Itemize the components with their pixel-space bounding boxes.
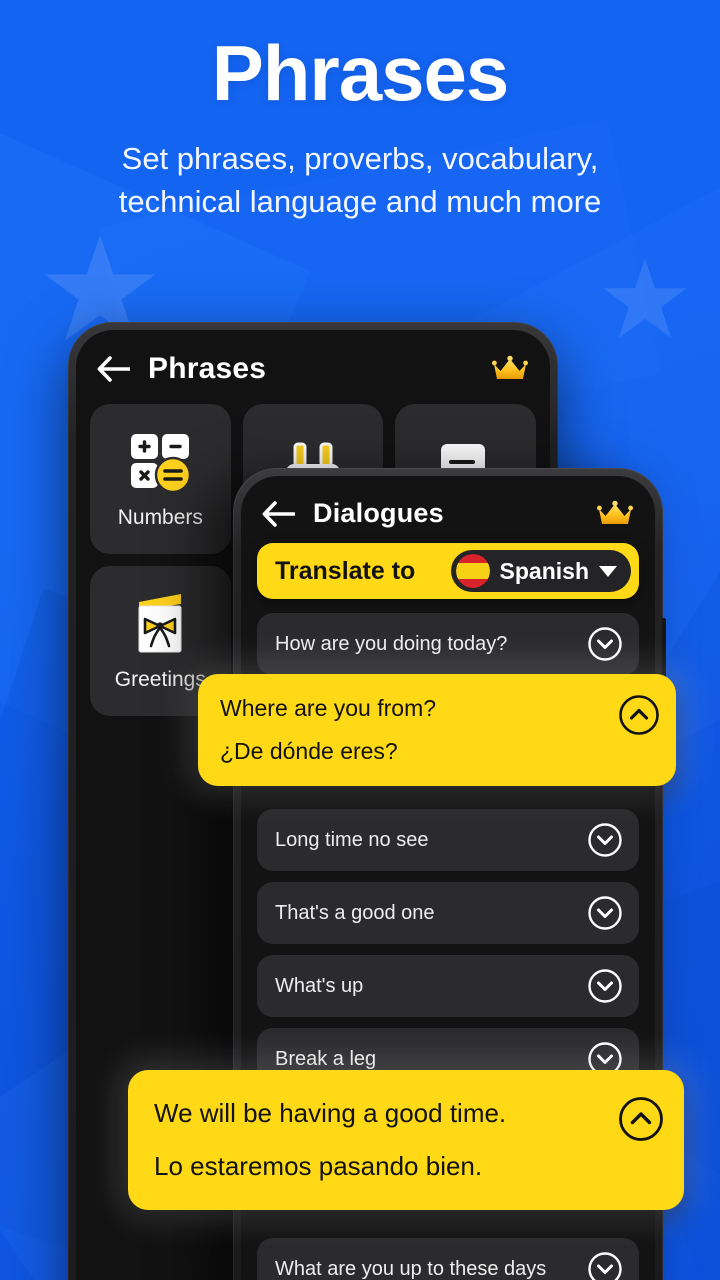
list-item[interactable]: What's up <box>257 955 639 1017</box>
hero-block: Phrases Set phrases, proverbs, vocabular… <box>0 34 720 224</box>
calculator-icon <box>131 434 192 494</box>
dialogue-text: That's a good one <box>275 901 435 924</box>
translate-to-label: Translate to <box>275 556 416 585</box>
expanded-card-text-block: We will be having a good time. Lo estare… <box>154 1070 506 1210</box>
chevron-up-circle-icon[interactable] <box>618 694 660 736</box>
dialogue-text: Long time no see <box>275 828 429 851</box>
screenshot-stage: Phrases Set phrases, proverbs, vocabular… <box>0 0 720 1280</box>
phrases-appbar: Phrases <box>76 330 550 396</box>
dialogue-source-text: Where are you from? <box>220 695 437 721</box>
chevron-down-circle-icon[interactable] <box>587 895 623 931</box>
language-name: Spanish <box>499 557 589 584</box>
phrases-title: Phrases <box>148 352 267 385</box>
crown-icon[interactable] <box>597 500 633 528</box>
dialogues-appbar: Dialogues <box>241 476 655 539</box>
tile-numbers[interactable]: Numbers <box>90 404 231 554</box>
chevron-down-circle-icon[interactable] <box>587 822 623 858</box>
chevron-down-circle-icon[interactable] <box>587 968 623 1004</box>
expanded-card-text-block: Where are you from? ¿De dónde eres? <box>220 674 436 786</box>
dialogue-text: How are you doing today? <box>275 632 508 655</box>
expanded-dialogue-card[interactable]: Where are you from? ¿De dónde eres? <box>198 674 676 786</box>
list-item[interactable]: How are you doing today? <box>257 613 639 675</box>
spain-flag-icon <box>455 554 490 588</box>
page-title: Phrases <box>211 29 510 117</box>
chevron-up-circle-icon[interactable] <box>618 1096 664 1142</box>
page-subtitle: Set phrases, proverbs, vocabulary, techn… <box>118 141 602 219</box>
greeting-card-icon <box>138 594 182 653</box>
tile-label-greetings: Greetings <box>114 668 206 691</box>
list-item[interactable]: What are you up to these days <box>257 1238 639 1280</box>
dialogue-source-text: We will be having a good time. <box>154 1098 507 1128</box>
dialogue-text: Break a leg <box>275 1047 377 1070</box>
translate-to-bar[interactable]: Translate to Spanish <box>257 543 639 599</box>
dialogue-translation-text: ¿De dónde eres? <box>220 738 398 764</box>
chevron-down-icon[interactable] <box>599 565 617 577</box>
expanded-dialogue-card[interactable]: We will be having a good time. Lo estare… <box>128 1070 684 1210</box>
crown-icon[interactable] <box>492 355 528 383</box>
arrow-left-icon[interactable] <box>261 500 295 527</box>
tile-label-numbers: Numbers <box>117 506 203 529</box>
list-item[interactable]: That's a good one <box>257 882 639 944</box>
language-selector[interactable]: Spanish <box>450 550 631 592</box>
dialogues-title: Dialogues <box>313 498 444 528</box>
dialogue-translation-text: Lo estaremos pasando bien. <box>154 1151 483 1181</box>
bg-star-decor-2 <box>603 258 687 338</box>
dialogue-text: What are you up to these days <box>275 1257 547 1280</box>
chevron-down-circle-icon[interactable] <box>587 626 623 662</box>
dialogue-text: What's up <box>275 974 364 997</box>
arrow-left-icon[interactable] <box>96 356 130 382</box>
chevron-down-circle-icon[interactable] <box>587 1251 623 1280</box>
list-item[interactable]: Long time no see <box>257 809 639 871</box>
